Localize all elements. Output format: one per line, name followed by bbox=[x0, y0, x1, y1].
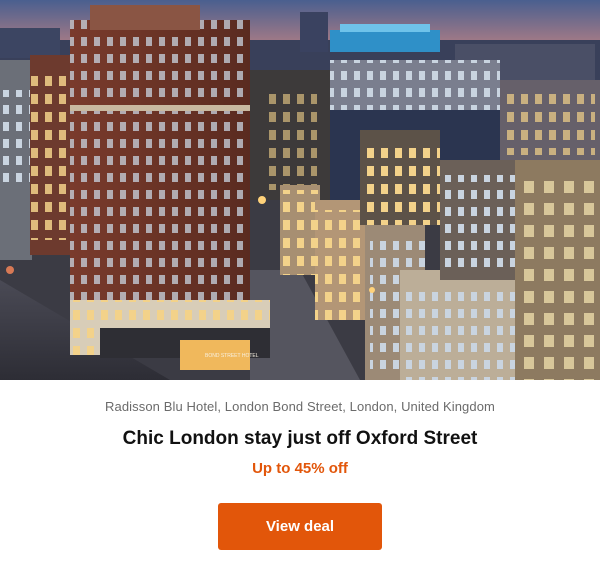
view-deal-button[interactable]: View deal bbox=[218, 503, 382, 550]
deal-card: BOND STREET HOTEL Radisson Blu Hotel, Lo… bbox=[0, 0, 600, 575]
hotel-location: Radisson Blu Hotel, London Bond Street, … bbox=[105, 399, 495, 414]
hotel-hero-image[interactable]: BOND STREET HOTEL bbox=[0, 0, 600, 380]
deal-title[interactable]: Chic London stay just off Oxford Street bbox=[0, 428, 600, 450]
discount-badge: Up to 45% off bbox=[252, 460, 348, 477]
hero-photo: BOND STREET HOTEL bbox=[0, 0, 600, 380]
hotel-sign: BOND STREET HOTEL bbox=[205, 353, 259, 359]
